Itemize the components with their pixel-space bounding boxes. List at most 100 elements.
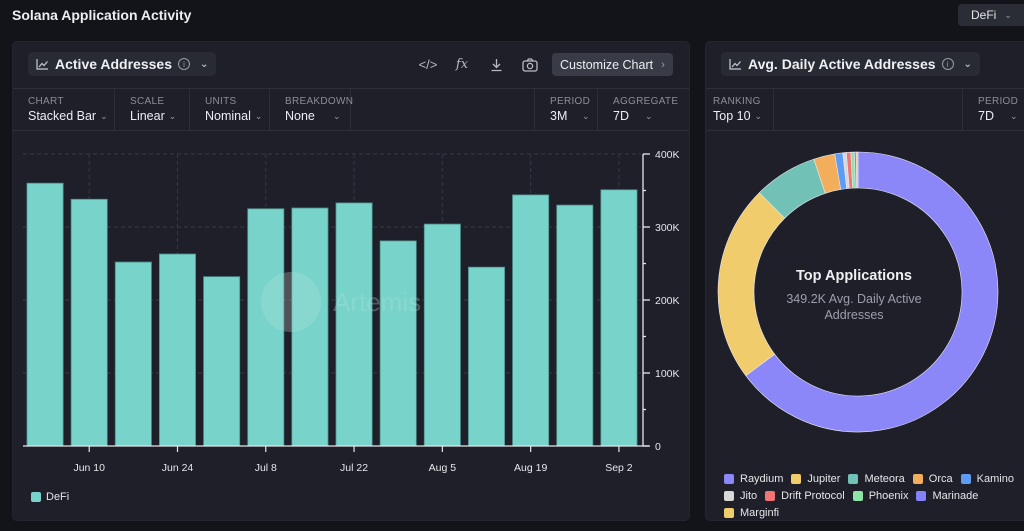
control-label: PERIOD <box>978 96 1019 107</box>
legend-swatch <box>765 490 776 501</box>
customize-chart-button[interactable]: Customize Chart › <box>552 53 673 76</box>
metric-select-label: Active Addresses <box>55 56 172 72</box>
bar-aug-5[interactable] <box>423 223 461 447</box>
category-select-value: DeFi <box>971 8 997 22</box>
camera-icon[interactable] <box>513 54 547 76</box>
code-icon[interactable]: </> <box>411 54 445 76</box>
control-label: RANKING <box>713 96 761 107</box>
aggregate-select[interactable]: AGGREGATE 7D ⌄ <box>598 89 688 131</box>
legend-swatch <box>724 473 734 484</box>
legend-label: Kamino <box>976 472 1014 485</box>
legend-label: Marginfi <box>740 506 780 519</box>
donut-slice-marginfi[interactable] <box>855 151 859 189</box>
x-tick-label: Aug 5 <box>429 462 457 474</box>
page-title: Solana Application Activity <box>12 7 192 23</box>
legend-item-marinade[interactable]: Marinade <box>916 489 978 502</box>
active-addresses-panel: Active Addresses i ⌄ </> fx Customize Ch… <box>12 41 690 521</box>
x-tick-label: Jul 8 <box>255 462 277 474</box>
x-tick-label: Jun 24 <box>162 462 194 474</box>
legend-label: Marinade <box>932 489 979 502</box>
legend-swatch <box>791 473 802 484</box>
control-label: UNITS <box>205 96 237 107</box>
bar-jun-10[interactable] <box>70 198 108 447</box>
control-label: CHART <box>28 96 64 107</box>
category-select[interactable]: DeFi ⌄ <box>958 4 1024 26</box>
bar-sep-2[interactable] <box>600 189 638 447</box>
legend-item-kamino[interactable]: Kamino <box>960 472 1014 485</box>
legend-item-meteora[interactable]: Meteora <box>848 472 905 485</box>
chevron-down-icon: ⌄ <box>254 110 263 121</box>
chevron-down-icon: ⌄ <box>582 110 590 121</box>
control-label: PERIOD <box>550 96 591 107</box>
legend-swatch <box>848 473 859 484</box>
chart-type-select[interactable]: CHART Stacked Bar ⌄ <box>13 89 115 131</box>
donut-center-subtitle-2: Addresses <box>824 308 883 322</box>
y-tick-label: 300K <box>655 222 680 234</box>
bar-jul-29[interactable] <box>379 240 417 447</box>
legend-item-raydium[interactable]: Raydium <box>724 472 783 485</box>
legend-swatch <box>724 507 734 518</box>
control-label: AGGREGATE <box>613 96 679 107</box>
y-tick-label: 400K <box>655 149 680 161</box>
chevron-down-icon: ⌄ <box>754 110 763 121</box>
legend-item-drift-protocol[interactable]: Drift Protocol <box>765 489 845 502</box>
bar-jun-3[interactable] <box>26 182 64 447</box>
legend-item-orca[interactable]: Orca <box>912 472 953 485</box>
metric-select[interactable]: Active Addresses i ⌄ <box>28 52 217 76</box>
legend-item-phoenix[interactable]: Phoenix <box>852 489 908 502</box>
control-value: 3M <box>550 109 568 123</box>
y-tick-label: 0 <box>655 441 661 453</box>
scale-select[interactable]: SCALE Linear ⌄ <box>115 89 190 131</box>
metric-select-label: Avg. Daily Active Addresses <box>748 56 936 72</box>
fx-icon[interactable]: fx <box>445 54 479 76</box>
info-icon[interactable]: i <box>177 58 190 70</box>
legend-item-jupiter[interactable]: Jupiter <box>791 472 840 485</box>
control-value: 7D <box>978 109 994 123</box>
x-tick-label: Jun 10 <box>73 462 105 474</box>
chevron-down-icon: ⌄ <box>333 110 341 121</box>
legend-label: Jupiter <box>807 472 841 485</box>
bar-jun-17[interactable] <box>114 261 152 447</box>
period-select[interactable]: PERIOD 3M ⌄ <box>534 89 598 131</box>
legend-swatch <box>960 473 971 484</box>
control-value: Top 10 <box>713 109 751 123</box>
legend-label-defi[interactable]: DeFi <box>46 491 69 503</box>
control-value: None <box>285 109 315 123</box>
ranking-select[interactable]: RANKING Top 10 ⌄ <box>698 89 774 131</box>
bar-aug-26[interactable] <box>556 204 594 447</box>
artemis-watermark-text: Artemis <box>333 287 421 317</box>
x-tick-label: Sep 2 <box>605 462 633 474</box>
units-select[interactable]: UNITS Nominal ⌄ <box>190 89 270 131</box>
top-applications-panel: Avg. Daily Active Addresses i ⌄ RANKING … <box>705 41 1024 521</box>
bar-aug-12[interactable] <box>468 266 505 447</box>
chevron-down-icon: ⌄ <box>1010 110 1018 121</box>
info-icon[interactable]: i <box>941 58 954 70</box>
artemis-logo-icon <box>261 272 321 332</box>
ranking-metric-select[interactable]: Avg. Daily Active Addresses i ⌄ <box>721 52 980 76</box>
legend-label: Drift Protocol <box>781 489 845 502</box>
legend-item-marginfi[interactable]: Marginfi <box>724 506 779 519</box>
chevron-down-icon: ⌄ <box>1004 9 1012 20</box>
legend-item-jito[interactable]: Jito <box>724 489 757 502</box>
donut-slice-jupiter[interactable] <box>717 192 786 377</box>
chevron-down-icon: ⌄ <box>168 110 177 121</box>
bar-jun-24[interactable] <box>159 253 196 447</box>
bar-jul-22[interactable] <box>335 202 373 447</box>
legend-label: Meteora <box>864 472 905 485</box>
chevron-down-icon: ⌄ <box>963 58 972 70</box>
y-tick-label: 100K <box>655 368 680 380</box>
control-label: BREAKDOWN <box>285 96 354 107</box>
breakdown-select[interactable]: BREAKDOWN None ⌄ <box>270 89 354 131</box>
y-tick-label: 200K <box>655 295 680 307</box>
ranking-controls: RANKING Top 10 ⌄ PERIOD 7D ⌄ <box>706 88 1024 131</box>
line-chart-icon <box>36 59 48 70</box>
bar-aug-19[interactable] <box>512 194 550 447</box>
download-icon[interactable] <box>479 54 513 76</box>
chart-controls: CHART Stacked Bar ⌄ SCALE Linear ⌄ UNITS N… <box>13 88 689 131</box>
control-value: Linear <box>130 109 165 123</box>
ranking-period-select[interactable]: PERIOD 7D ⌄ <box>962 89 1024 131</box>
legend-swatch <box>916 490 927 501</box>
bar-jul-1[interactable] <box>203 276 241 447</box>
chevron-down-icon: ⌄ <box>199 58 209 70</box>
donut-center-title: Top Applications <box>796 268 912 284</box>
